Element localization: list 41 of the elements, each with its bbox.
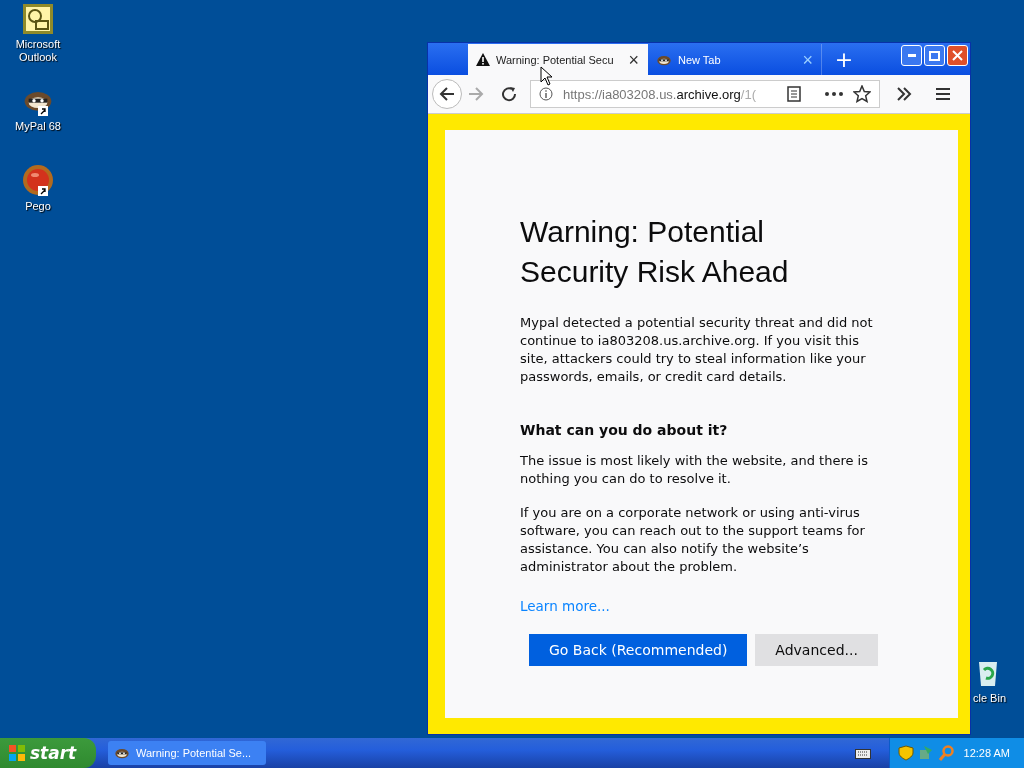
url-field[interactable]: https://ia803208.us.archive.org/1( xyxy=(530,80,880,108)
reader-icon[interactable] xyxy=(787,86,801,102)
back-button[interactable] xyxy=(432,79,462,109)
overflow-chevron-icon[interactable] xyxy=(896,87,912,101)
learn-more-link[interactable]: Learn more... xyxy=(520,598,610,614)
minimize-icon xyxy=(907,54,916,57)
shield-icon[interactable] xyxy=(897,745,914,761)
section-heading: What can you do about it? xyxy=(520,422,729,438)
menu-icon[interactable] xyxy=(936,88,950,100)
minimize-button[interactable] xyxy=(901,45,922,66)
calendar-icon xyxy=(23,4,53,34)
shortcut-arrow-icon xyxy=(38,186,48,196)
taskbar-task[interactable]: Warning: Potential Se... xyxy=(108,741,266,765)
browser-tab[interactable]: Warning: Potential Secu × xyxy=(468,44,648,75)
desktop-icon-label[interactable]: Microsoft Outlook xyxy=(6,38,70,64)
clock: 12:28 AM xyxy=(963,747,1010,759)
back-arrow-icon xyxy=(439,86,455,102)
body-paragraph: If you are on a corporate network or using anti-virus software, you can reach out to the support teams for assistance. You can also notify the website’s administrator about the problem. xyxy=(520,504,866,576)
warning-heading: Warning: Potential Security Risk Ahead xyxy=(520,214,790,290)
reload-icon[interactable] xyxy=(500,85,518,103)
advanced-button[interactable]: Advanced... xyxy=(755,634,878,666)
intro-paragraph: Mypal detected a potential security threat and did not continue to ia803208.us.archive.org. If you visit this site, attackers could try to steal information like your passwords, emails, or credit card details. xyxy=(520,314,874,386)
close-icon xyxy=(952,50,963,61)
start-button[interactable]: start xyxy=(0,738,96,768)
shortcut-arrow-icon xyxy=(38,106,48,116)
go-back-button[interactable]: Go Back (Recommended) xyxy=(529,634,748,666)
warning-icon xyxy=(476,53,490,66)
body-paragraph: The issue is most likely with the website, and there is nothing you can do to resolve it. xyxy=(520,452,869,488)
desktop-icon-label[interactable]: cle Bin xyxy=(973,692,1007,705)
maximize-button[interactable] xyxy=(924,45,945,66)
windows-flag-icon xyxy=(8,744,26,762)
maximize-icon xyxy=(929,50,940,61)
desktop-icon-label[interactable]: MyPal 68 xyxy=(15,120,61,133)
close-button[interactable] xyxy=(947,45,968,66)
info-icon xyxy=(539,87,553,101)
desktop-icon-label[interactable]: Pego xyxy=(25,200,51,213)
close-icon[interactable]: × xyxy=(628,50,639,69)
keyboard-icon[interactable] xyxy=(854,747,871,759)
new-tab-button[interactable]: + xyxy=(822,44,866,75)
star-icon[interactable] xyxy=(853,85,871,103)
more-icon[interactable] xyxy=(825,92,843,96)
